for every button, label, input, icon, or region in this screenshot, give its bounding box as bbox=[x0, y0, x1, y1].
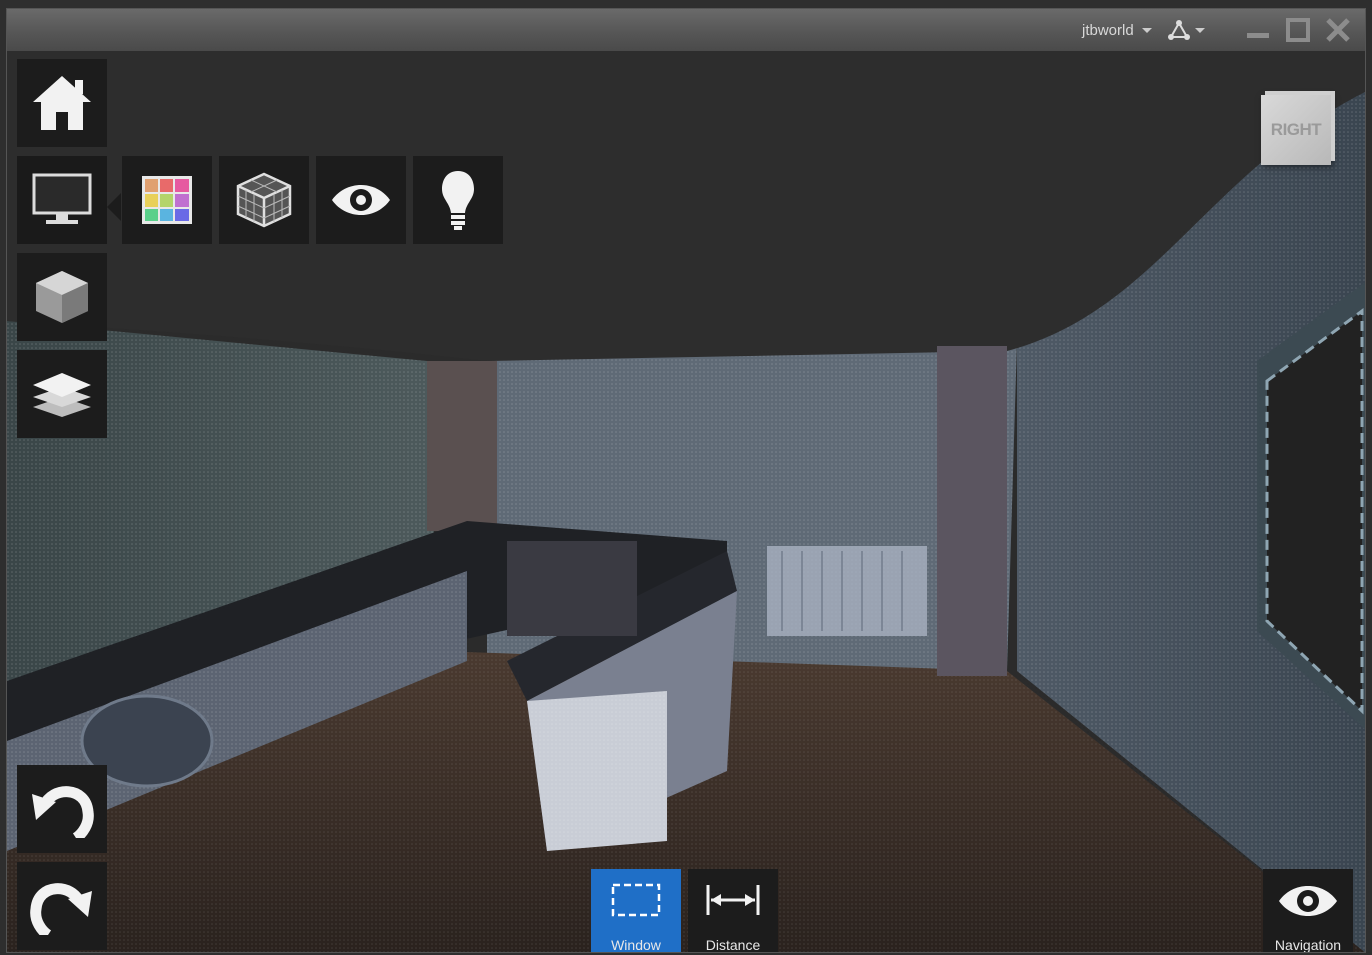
color-palette-icon bbox=[142, 176, 192, 224]
navigation-label: Navigation bbox=[1274, 937, 1342, 953]
view-cube-face-label[interactable]: RIGHT bbox=[1271, 120, 1322, 140]
wireframe-button[interactable] bbox=[219, 156, 309, 244]
window-select-icon bbox=[611, 883, 661, 917]
title-bar: jtbworld bbox=[7, 9, 1365, 51]
layers-icon bbox=[33, 373, 91, 417]
view-cube[interactable]: RIGHT bbox=[1261, 95, 1331, 165]
wireframe-cube-icon bbox=[236, 172, 292, 228]
layers-button[interactable] bbox=[17, 350, 107, 438]
display-button[interactable] bbox=[17, 156, 107, 244]
window-select-label: Window bbox=[611, 937, 661, 953]
app-window: jtbworld RIGHT Window Distance Navigatio… bbox=[6, 8, 1366, 953]
user-menu-chevron-down-icon[interactable] bbox=[1142, 28, 1152, 33]
undo-button[interactable] bbox=[17, 765, 107, 853]
display-icon bbox=[32, 173, 92, 224]
user-account-label[interactable]: jtbworld bbox=[1082, 22, 1134, 39]
minimize-icon[interactable] bbox=[1245, 17, 1271, 43]
eye-icon bbox=[1279, 886, 1337, 916]
navigation-button[interactable]: Navigation bbox=[1263, 869, 1353, 953]
model-button[interactable] bbox=[17, 253, 107, 341]
lightbulb-icon bbox=[442, 171, 474, 230]
eye-icon bbox=[332, 185, 390, 215]
home-icon bbox=[33, 76, 91, 130]
window-select-button[interactable]: Window bbox=[591, 869, 681, 953]
share-menu-chevron-down-icon[interactable] bbox=[1195, 28, 1205, 33]
maximize-icon[interactable] bbox=[1285, 17, 1311, 43]
close-icon[interactable] bbox=[1325, 17, 1351, 43]
undo-icon bbox=[32, 786, 94, 838]
distance-measure-button[interactable]: Distance bbox=[688, 869, 778, 953]
submenu-pointer bbox=[107, 193, 121, 221]
distance-measure-label: Distance bbox=[705, 937, 761, 953]
redo-button[interactable] bbox=[17, 862, 107, 950]
visibility-button[interactable] bbox=[316, 156, 406, 244]
lighting-button[interactable] bbox=[413, 156, 503, 244]
redo-icon bbox=[30, 883, 92, 935]
model-cube-icon bbox=[36, 271, 88, 323]
distance-measure-icon bbox=[706, 885, 760, 915]
color-palette-button[interactable] bbox=[122, 156, 212, 244]
home-button[interactable] bbox=[17, 59, 107, 147]
network-share-icon[interactable] bbox=[1167, 19, 1191, 41]
